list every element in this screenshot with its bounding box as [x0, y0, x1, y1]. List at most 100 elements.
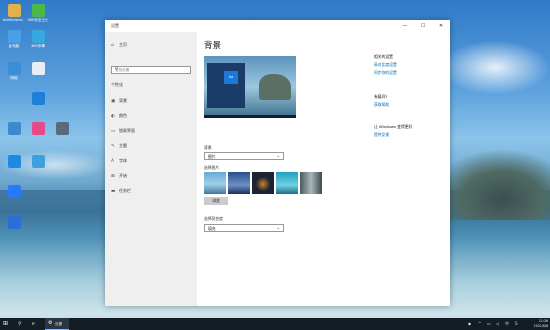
chevron-up-icon[interactable]: ^ — [478, 321, 481, 326]
desktop-icon-label: 360安全卫士 — [27, 18, 49, 22]
title-bar[interactable]: 设置 — ☐ ✕ — [105, 20, 450, 32]
fit-label: 选择契合度 — [204, 216, 223, 221]
background-label: 背景 — [204, 145, 212, 150]
sidebar: ⌂ 主页 查找设置 ⚲ 个性化 ▣ 背景 ◐ 颜色 ▭ 锁屏界面 ✎ 主题 A 字体 ⊞ 开始 ▬ 任务栏 — [105, 32, 197, 306]
picture-thumbnail[interactable] — [300, 172, 322, 194]
desktop-icon[interactable] — [27, 62, 49, 76]
choose-picture-label: 选择图片 — [204, 165, 220, 170]
search-input[interactable]: 查找设置 ⚲ — [111, 66, 191, 74]
pc-icon — [55, 122, 69, 135]
360-antivirus-icon — [31, 30, 45, 43]
taskbar-icon: ▬ — [111, 189, 116, 194]
sidebar-item-label: 锁屏界面 — [119, 128, 135, 133]
desktop-icon[interactable] — [3, 122, 25, 136]
sync-settings-link[interactable]: 同步你的设置 — [374, 70, 397, 76]
document-icon — [31, 62, 45, 75]
sidebar-item-label: 开始 — [119, 173, 127, 178]
sidebar-item-2[interactable]: ▭ 锁屏界面 — [111, 128, 135, 134]
sidebar-item-label: 背景 — [119, 98, 127, 103]
search-icon[interactable]: ⚲ — [18, 321, 22, 327]
desktop-icon[interactable] — [27, 92, 49, 106]
window-title: 设置 — [111, 23, 119, 28]
sidebar-item-1[interactable]: ◐ 颜色 — [111, 113, 127, 119]
photo-app-icon — [31, 122, 45, 135]
sidebar-item-label: 主题 — [119, 143, 127, 148]
feedback-link[interactable]: 提供反馈 — [374, 132, 389, 138]
sidebar-item-0[interactable]: ▣ 背景 — [111, 98, 127, 104]
minimize-button[interactable]: — — [398, 21, 412, 31]
preview-rock — [259, 74, 291, 100]
taskbar-settings-app[interactable]: ⚙ 设置 — [45, 318, 69, 330]
chevron-down-icon: ⌄ — [276, 153, 280, 158]
input-method-icon[interactable]: 中 — [505, 321, 509, 327]
desktop-icon[interactable]: 360杀毒 — [27, 30, 49, 48]
picture-thumbnail[interactable] — [204, 172, 226, 194]
desktop-icon[interactable] — [51, 122, 73, 136]
desktop-icon[interactable] — [3, 185, 25, 199]
desktop-icon-label: 360杀毒 — [30, 44, 46, 48]
desktop-icon[interactable] — [3, 155, 25, 169]
desktop-icon[interactable]: 网络 — [3, 62, 25, 80]
start-icon: ⊞ — [111, 174, 115, 179]
preview-start-menu — [207, 63, 245, 108]
help-title: 有疑问? — [374, 94, 388, 99]
search-icon: ⚲ — [115, 67, 119, 72]
brush-icon: ✎ — [111, 144, 115, 149]
display-icon — [7, 122, 21, 135]
high-contrast-link[interactable]: 高对比度设置 — [374, 62, 397, 68]
desktop-icon[interactable] — [27, 155, 49, 169]
edge-icon — [7, 155, 21, 168]
clock[interactable]: 11:26 2021/6/8 — [528, 319, 548, 329]
tray-s-icon[interactable]: S — [515, 321, 518, 326]
home-icon: ⌂ — [111, 43, 114, 48]
tray-app-icon[interactable]: ◆ — [468, 321, 471, 326]
sidebar-item-3[interactable]: ✎ 主题 — [111, 143, 127, 149]
close-button[interactable]: ✕ — [434, 21, 448, 31]
ie-icon — [31, 155, 45, 168]
edge-icon[interactable]: ℯ — [32, 321, 35, 327]
shield-app-icon — [31, 92, 45, 105]
volume-icon[interactable]: ◁ — [496, 321, 499, 326]
desktop-icon[interactable] — [3, 216, 25, 230]
desktop-icon[interactable]: 360安全卫士 — [27, 4, 49, 22]
page-title: 背景 — [204, 41, 222, 51]
desktop-icon[interactable] — [27, 122, 49, 136]
gear-icon: ⚙ — [48, 320, 53, 326]
maximize-button[interactable]: ☐ — [416, 21, 430, 31]
improve-title: 让 Windows 变得更好 — [374, 124, 413, 129]
desktop-icon-label: 网络 — [10, 76, 18, 80]
picture-thumbnail[interactable] — [276, 172, 298, 194]
sidebar-item-label: 字体 — [119, 158, 127, 163]
lock-screen-icon: ▭ — [111, 129, 116, 134]
desktop-icon[interactable]: Administra... — [3, 4, 25, 22]
sidebar-item-4[interactable]: A 字体 — [111, 158, 127, 164]
taskbar: ⊞ ⚲ ℯ ⚙ 设置 ◆ ^ ▭ ◁ 中 S 11:26 2021/6/8 — [0, 318, 550, 330]
computer-icon — [7, 30, 21, 43]
sidebar-item-5[interactable]: ⊞ 开始 — [111, 173, 127, 179]
wallpaper-cloud — [440, 40, 550, 95]
background-dropdown[interactable]: 图片 ⌄ — [204, 152, 284, 160]
picture-thumbnail[interactable] — [228, 172, 250, 194]
palette-icon: ◐ — [111, 114, 115, 119]
start-button[interactable]: ⊞ — [3, 320, 11, 328]
sidebar-home[interactable]: ⌂ 主页 — [111, 42, 127, 48]
chevron-down-icon: ⌄ — [276, 225, 280, 230]
network-icon — [7, 62, 21, 75]
picture-thumbnail[interactable] — [252, 172, 274, 194]
browse-button[interactable]: 浏览 — [204, 197, 228, 205]
fit-dropdown[interactable]: 填充 ⌄ — [204, 224, 284, 232]
desktop-icon-label: Administra... — [3, 18, 25, 22]
sogou-icon — [7, 185, 21, 198]
preview-taskbar — [204, 115, 296, 118]
network-icon[interactable]: ▭ — [487, 321, 491, 326]
clock-date: 2021/6/8 — [533, 324, 548, 328]
sidebar-item-6[interactable]: ▬ 任务栏 — [111, 188, 131, 194]
sidebar-item-label: 任务栏 — [119, 188, 131, 193]
section-title: 个性化 — [111, 82, 123, 87]
preview-tile: Aa — [224, 71, 238, 84]
desktop-icon[interactable]: 此电脑 — [3, 30, 25, 48]
related-settings-title: 相关的设置 — [374, 54, 393, 59]
user-folder-icon — [7, 4, 21, 17]
get-help-link[interactable]: 获取帮助 — [374, 102, 389, 108]
settings-window: 设置 — ☐ ✕ ⌂ 主页 查找设置 ⚲ 个性化 ▣ 背景 ◐ 颜色 ▭ 锁屏界面 ✎ 主题 A 字… — [105, 20, 450, 306]
